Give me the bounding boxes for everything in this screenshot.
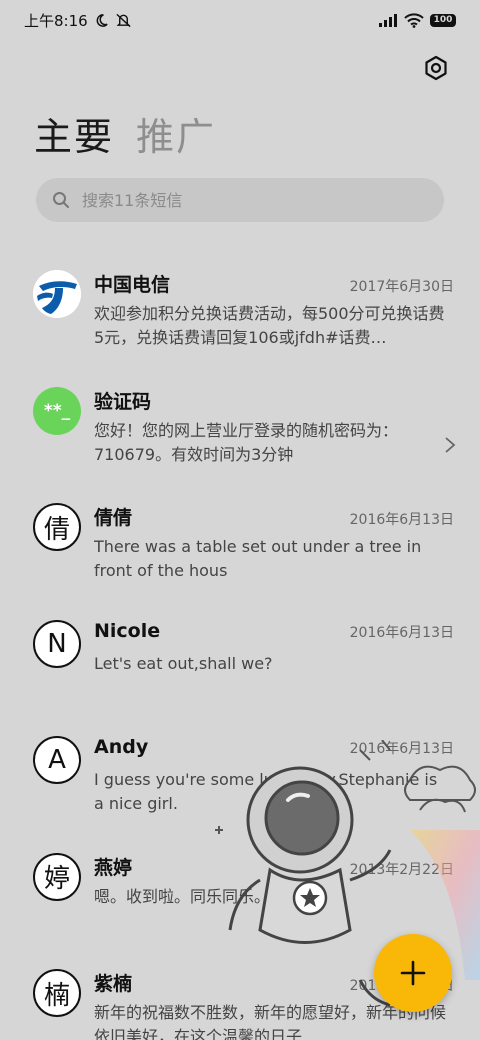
message-preview: 嗯。收到啦。同乐同乐。	[94, 886, 271, 906]
sender-name: 中国电信	[94, 274, 171, 296]
message-date: 2016年6月13日	[349, 741, 454, 757]
conversation-header: 验证码	[94, 379, 454, 413]
wifi-icon	[404, 12, 424, 28]
message-preview: I guess you're some lucky guy.Stephanie …	[94, 770, 438, 813]
conversation-header: 倩倩 2016年6月13日	[94, 495, 454, 529]
settings-icon	[425, 55, 447, 81]
conversation-item[interactable]: N Nicole 2016年6月13日 Let's eat out,shall …	[0, 612, 480, 729]
tab-primary[interactable]: 主要	[34, 106, 114, 161]
contact-avatar: 倩	[33, 503, 81, 551]
message-date: 2016年6月13日	[349, 512, 454, 528]
sender-name: Nicole	[94, 619, 161, 642]
search-icon	[53, 192, 69, 208]
message-preview: Let's eat out,shall we?	[94, 653, 273, 673]
contact-avatar: N	[33, 619, 81, 668]
search-input[interactable]	[82, 190, 402, 210]
conversation-list: 中国电信 2017年6月30日 欢迎参加积分兑换话费活动，每500分可兑换话费5…	[0, 262, 480, 1040]
conversation-item[interactable]: 倩 倩倩 2016年6月13日 There was a table set ou…	[0, 495, 480, 612]
conversation-item[interactable]: 中国电信 2017年6月30日 欢迎参加积分兑换话费活动，每500分可兑换话费5…	[0, 262, 480, 379]
message-preview: 您好！您的网上营业厅登录的随机密码为：710679。有效时间为3分钟	[94, 420, 399, 464]
sender-name: 倩倩	[94, 507, 133, 529]
conversation-header: Nicole 2016年6月13日	[94, 612, 454, 642]
sender-name: Andy	[94, 736, 149, 758]
plus-icon	[400, 960, 426, 986]
chevron-right-icon[interactable]	[444, 435, 456, 459]
china-telecom-logo-icon	[33, 270, 81, 318]
status-left: 上午8:16	[24, 10, 132, 31]
sender-name: 紫楠	[94, 973, 133, 995]
conversation-header: 燕婷 2013年2月22日	[94, 845, 454, 879]
sender-name: 燕婷	[94, 856, 133, 879]
message-date: 2013年2月22日	[349, 861, 454, 878]
status-bar: 上午8:16 100	[0, 0, 480, 40]
settings-button[interactable]	[422, 54, 450, 82]
sender-name: 验证码	[94, 390, 152, 413]
category-tabs: 主要 推广	[34, 106, 216, 161]
contact-avatar: 楠	[33, 969, 81, 1017]
message-date: 2017年6月30日	[349, 279, 454, 295]
verification-code-avatar: **_	[33, 386, 81, 435]
conversation-item[interactable]: A Andy 2016年6月13日 I guess you're some lu…	[0, 728, 480, 845]
status-right: 100	[378, 12, 456, 28]
battery-icon: 100	[430, 13, 456, 27]
conversation-header: 中国电信 2017年6月30日	[94, 262, 454, 296]
contact-avatar: A	[33, 736, 81, 784]
conversation-item[interactable]: **_ 验证码 您好！您的网上营业厅登录的随机密码为：710679。有效时间为3…	[0, 379, 480, 496]
signal-icon	[379, 14, 397, 27]
search-bar[interactable]	[36, 178, 444, 222]
contact-avatar: 婷	[33, 852, 81, 901]
mute-icon	[116, 13, 131, 28]
message-preview: 欢迎参加积分兑换话费活动，每500分可兑换话费5元，兑换话费请回复106或jfd…	[94, 304, 445, 347]
status-time: 上午8:16	[24, 11, 88, 30]
tab-promotions[interactable]: 推广	[136, 106, 216, 161]
compose-button[interactable]	[374, 934, 452, 1012]
conversation-header: Andy 2016年6月13日	[94, 728, 454, 758]
moon-icon	[96, 13, 108, 27]
message-preview: There was a table set out under a tree i…	[94, 537, 422, 580]
message-date: 2016年6月13日	[349, 624, 454, 641]
